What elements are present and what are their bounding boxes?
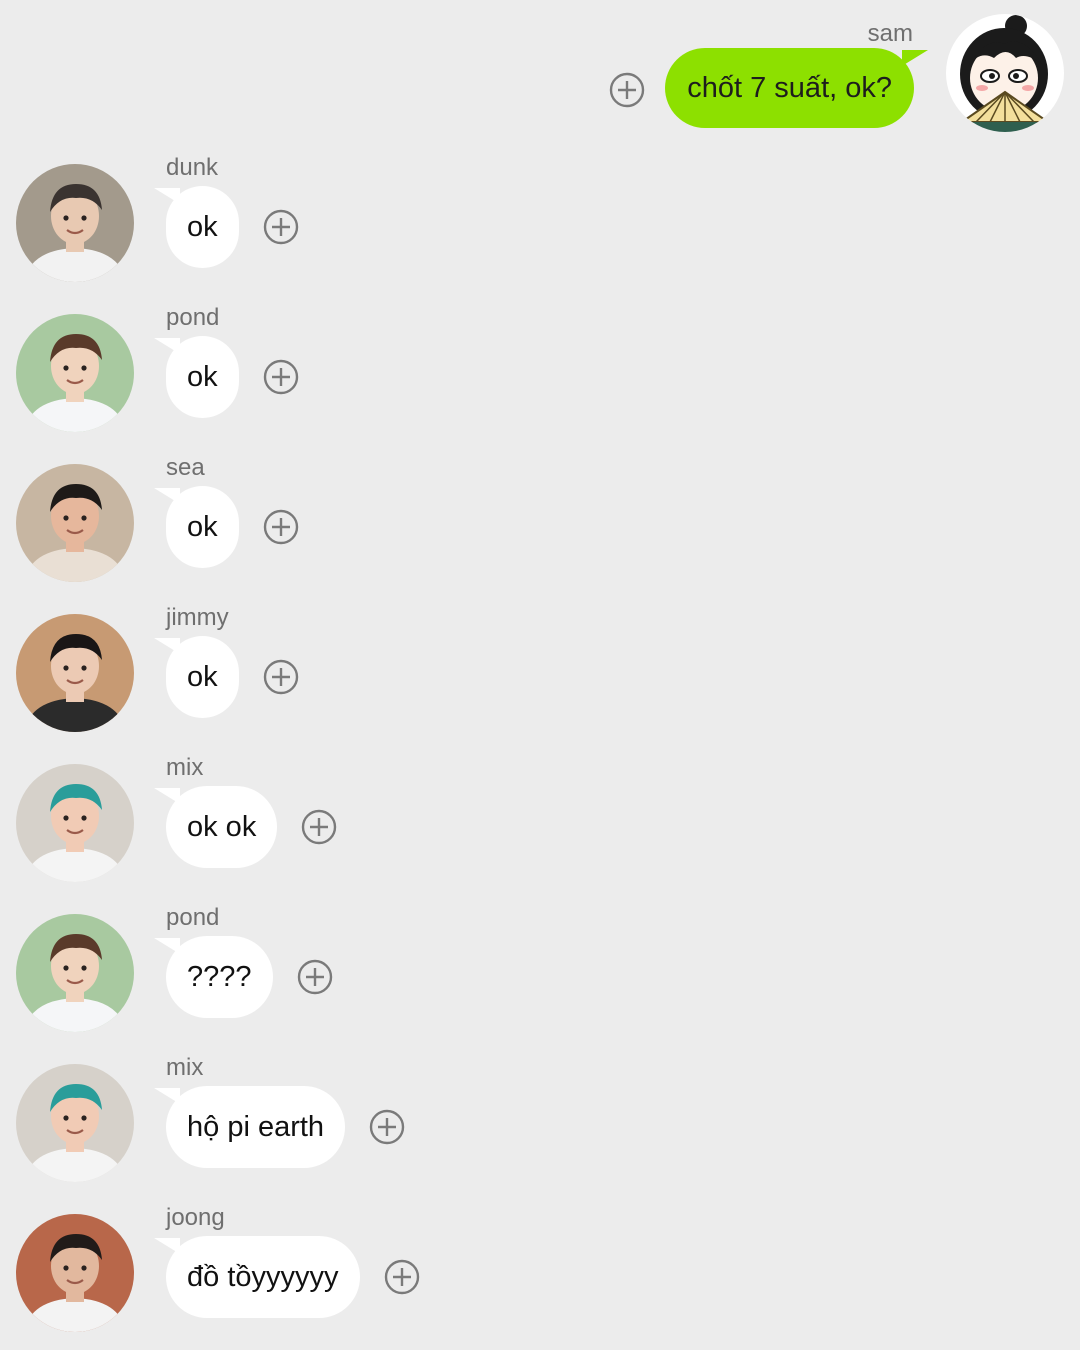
message-row: ok xyxy=(154,486,299,568)
message-bubble[interactable]: ok xyxy=(154,336,239,418)
incoming-message: dunk ok xyxy=(0,150,1080,300)
smiling-selfie-avatar[interactable] xyxy=(16,464,134,582)
chat-thread: sam chốt 7 suất, ok? dunk ok pond ok sea… xyxy=(0,0,1080,1350)
bubble-tail xyxy=(154,938,180,954)
message-text: ok xyxy=(187,511,218,543)
message-bubble[interactable]: ok xyxy=(154,186,239,268)
brick-wall-photo-avatar[interactable] xyxy=(16,1214,134,1332)
incoming-message: jimmy ok xyxy=(0,600,1080,750)
incoming-message: joong đồ tồyyyyyy xyxy=(0,1200,1080,1350)
message-row: ok ok xyxy=(154,786,337,868)
message-bubble[interactable]: ???? xyxy=(154,936,273,1018)
sender-name: pond xyxy=(166,904,220,931)
message-bubble[interactable]: ok xyxy=(154,486,239,568)
message-row: ok xyxy=(154,186,299,268)
message-row: đồ tồyyyyyy xyxy=(154,1236,420,1318)
outgoing-message: sam chốt 7 suất, ok? xyxy=(0,14,1080,144)
message-bubble[interactable]: hộ pi earth xyxy=(154,1086,346,1168)
message-text: ok xyxy=(187,211,218,243)
add-reaction-icon[interactable] xyxy=(263,359,299,395)
sender-name: mix xyxy=(166,754,204,781)
add-reaction-icon[interactable] xyxy=(297,959,333,995)
bubble-tail xyxy=(154,488,180,504)
sender-name: sea xyxy=(166,454,205,481)
add-reaction-icon[interactable] xyxy=(609,72,645,108)
message-text: đồ tồyyyyyy xyxy=(187,1261,339,1293)
add-reaction-icon[interactable] xyxy=(384,1259,420,1295)
message-text: ok xyxy=(187,661,218,693)
add-reaction-icon[interactable] xyxy=(263,659,299,695)
teal-cap-avatar[interactable] xyxy=(16,1064,134,1182)
incoming-message: sea ok xyxy=(0,450,1080,600)
mirror-selfie-avatar[interactable] xyxy=(16,164,134,282)
message-bubble[interactable]: đồ tồyyyyyy xyxy=(154,1236,360,1318)
sender-name: pond xyxy=(166,304,220,331)
sender-name: mix xyxy=(166,1054,204,1081)
add-reaction-icon[interactable] xyxy=(369,1109,405,1145)
bubble-tail xyxy=(154,1088,180,1104)
bubble-tail xyxy=(154,638,180,654)
bubble-tail xyxy=(154,788,180,804)
message-bubble[interactable]: chốt 7 suất, ok? xyxy=(665,48,914,128)
bubble-tail xyxy=(154,188,180,204)
add-reaction-icon[interactable] xyxy=(263,509,299,545)
message-text: ???? xyxy=(187,961,252,993)
microphone-photo-avatar[interactable] xyxy=(16,314,134,432)
add-reaction-icon[interactable] xyxy=(263,209,299,245)
message-row: ok xyxy=(154,636,299,718)
teal-cap-avatar[interactable] xyxy=(16,764,134,882)
message-text: hộ pi earth xyxy=(187,1111,325,1143)
sender-name: joong xyxy=(166,1204,225,1231)
incoming-message: pond???? xyxy=(0,900,1080,1050)
sender-name: dunk xyxy=(166,154,219,181)
add-reaction-icon[interactable] xyxy=(301,809,337,845)
sender-name: jimmy xyxy=(166,604,229,631)
incoming-message: pond ok xyxy=(0,300,1080,450)
incoming-message: mix hộ pi earth xyxy=(0,1050,1080,1200)
message-row: ok xyxy=(154,336,299,418)
message-row: ???? xyxy=(154,936,333,1018)
incoming-message: mix ok ok xyxy=(0,750,1080,900)
bubble-tail xyxy=(154,338,180,354)
tilted-head-photo-avatar[interactable] xyxy=(16,614,134,732)
message-text: ok ok xyxy=(187,811,257,843)
message-text: ok xyxy=(187,361,218,393)
microphone-photo-avatar[interactable] xyxy=(16,914,134,1032)
message-bubble[interactable]: ok xyxy=(154,636,239,718)
sender-name: sam xyxy=(867,20,913,47)
cartoon-girl-fan-avatar[interactable] xyxy=(946,14,1064,132)
bubble-tail xyxy=(154,1238,180,1254)
message-bubble[interactable]: ok ok xyxy=(154,786,278,868)
message-row: hộ pi earth xyxy=(154,1086,405,1168)
